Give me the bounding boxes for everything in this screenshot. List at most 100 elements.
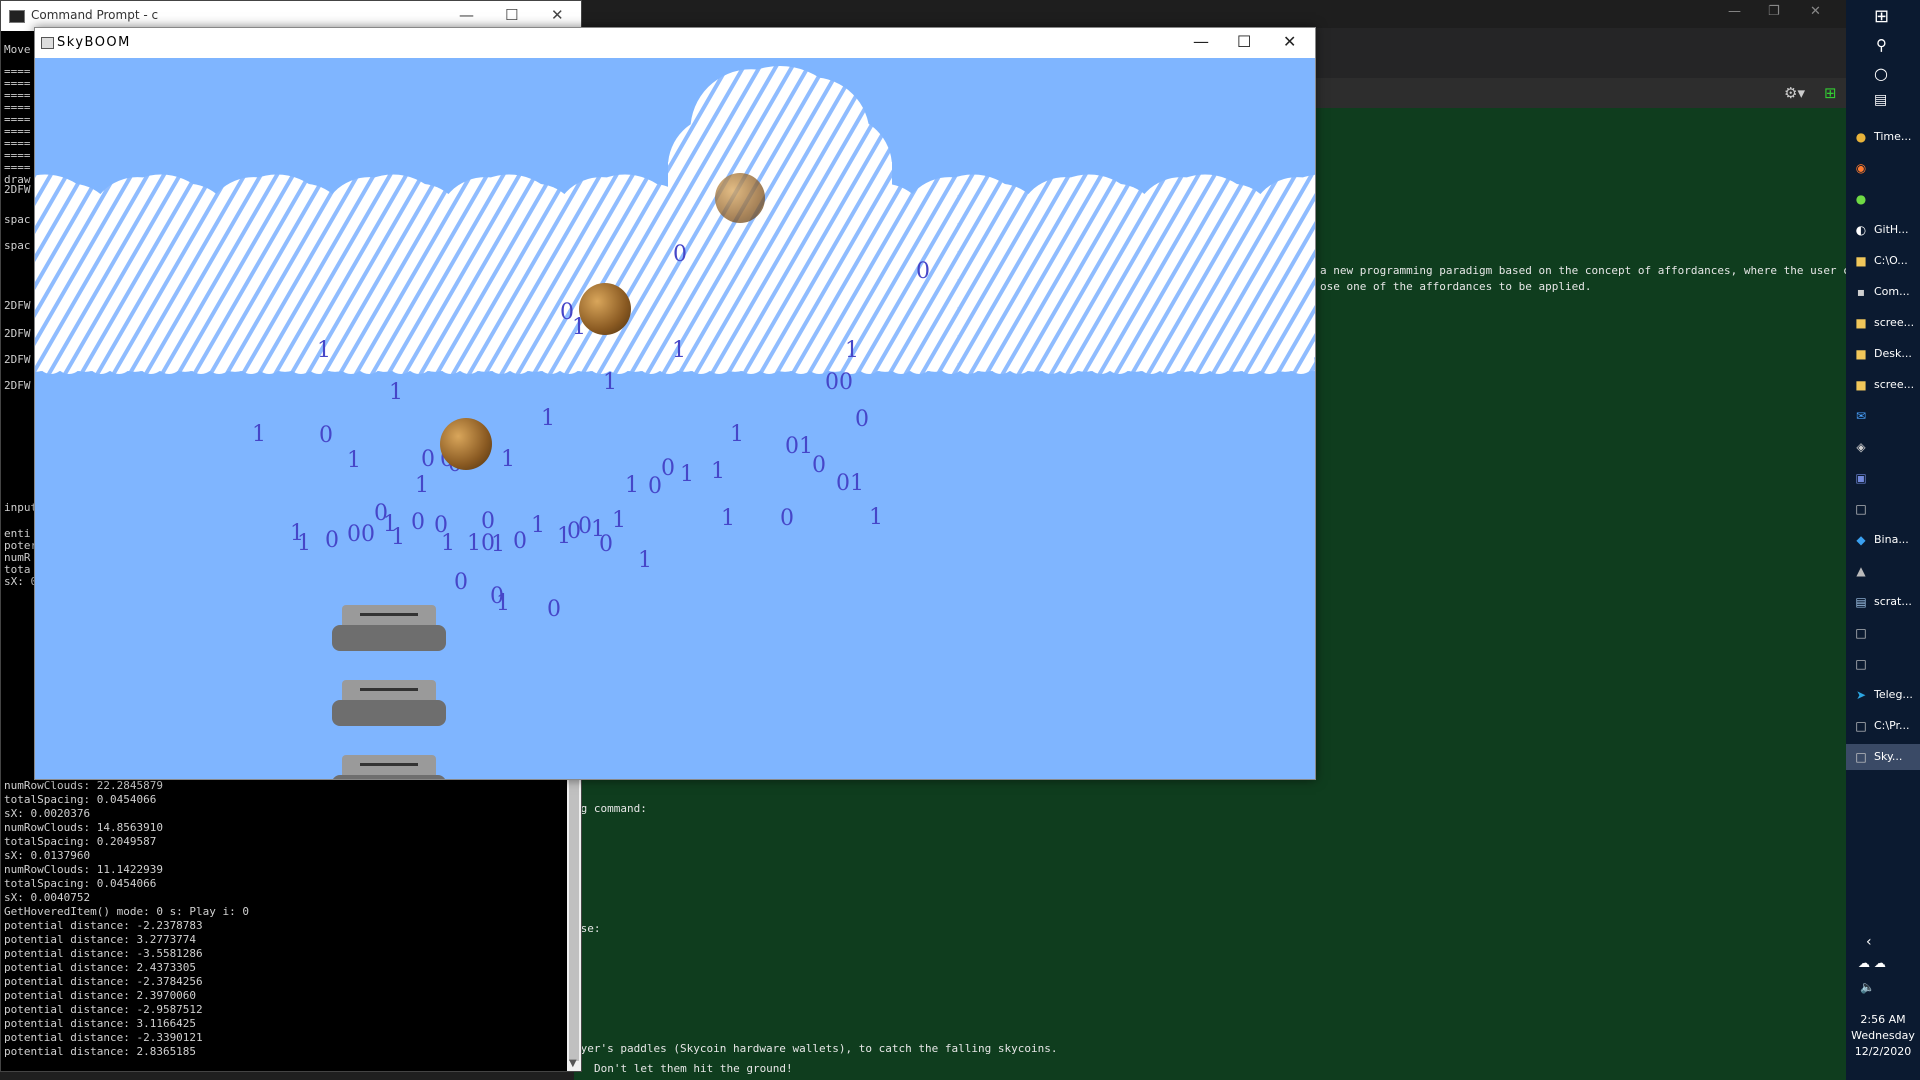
volume-icon[interactable]: 🔈 [1860,980,1875,994]
binary-digit: 0 [599,532,613,557]
windows-start-icon[interactable]: ⊞ [1874,6,1889,27]
app-icon: □ [1855,750,1867,764]
cmd-line: 2DFW [4,299,31,312]
folder-icon: ■ [1855,254,1867,268]
maximize-icon[interactable]: ☐ [505,6,518,24]
cmd-line: potential distance: -2.9587512 [4,1003,203,1016]
game-canvas[interactable]: 0001111100110101101100010011010110100110… [35,58,1315,779]
cmd-line: numRowClouds: 14.8563910 [4,821,163,834]
binary-digit: 1 [541,406,555,431]
settings-gear-icon[interactable]: ⚙▾ [1784,84,1805,102]
binary-digit: 1 [845,338,859,363]
minimize-icon[interactable]: — [459,6,474,24]
github-icon: ◐ [1855,223,1867,237]
paddle-wallet[interactable] [332,755,446,779]
taskbar-item[interactable]: ■ C:\O... [1846,248,1920,274]
taskbar-item[interactable]: □ C:\Pr... [1846,713,1920,739]
cmd-line: totalSpacing: 0.0454066 [4,793,157,806]
cmd-line: 2DFW [4,327,31,340]
cmd-line: sX: 0.0020376 [4,807,91,820]
taskbar-item[interactable]: □ [1846,620,1920,646]
paddle-wallet[interactable] [332,605,446,651]
paddle-wallet[interactable] [332,680,446,726]
skycoin [715,173,765,223]
editor-line: a new programming paradigm based on the … [1320,264,1890,277]
taskbar-item-label: C:\O... [1874,254,1908,267]
minimize-icon[interactable]: — [1728,4,1741,19]
add-icon[interactable]: ⊞ [1824,84,1837,102]
taskbar-item[interactable]: ◉ [1846,155,1920,181]
taskbar-item[interactable]: □ [1846,651,1920,677]
cmd-line: 2DFW [4,379,31,392]
binary-digit: 0 [421,447,435,472]
taskbar-item[interactable]: ▣ [1846,465,1920,491]
binary-digit: 0 [319,423,333,448]
cmd-line: 2DFW [4,183,31,196]
clock-date: 12/2/2020 [1854,1045,1912,1058]
maximize-icon[interactable]: ☐ [1237,32,1251,51]
scroll-down-icon[interactable]: ▼ [569,1058,577,1069]
taskbar-item-label: scree... [1874,316,1915,329]
restore-icon[interactable]: ❐ [1768,4,1780,19]
cmd-line: numRowClouds: 11.1422939 [4,863,163,876]
app-icon: □ [1855,719,1867,733]
cortana-icon[interactable]: ○ [1874,64,1888,83]
editor-titlebar: — ❐ ✕ [574,0,1846,28]
binary-digit: 1 [672,338,686,363]
binary-digit: 1 [297,531,311,556]
binary-digit: 1 [711,459,725,484]
taskbar-item-label: scree... [1874,378,1915,391]
cmd-line: numRowClouds: 22.2845879 [4,779,163,792]
taskbar-item[interactable]: □ [1846,496,1920,522]
close-icon[interactable]: ✕ [1810,4,1821,19]
clock-day: Wednesday [1851,1029,1915,1042]
binary-digit: 0 [812,453,826,478]
binary-digit: 1 [625,473,639,498]
taskbar-item[interactable]: ● [1846,186,1920,212]
taskbar-item[interactable]: □ Sky... [1846,744,1920,770]
taskbar-item[interactable]: ◈ [1846,434,1920,460]
cloud-layer [35,66,1315,374]
cmd-line: 2DFW [4,353,31,366]
cmd-line: sX: 0.0040752 [4,891,91,904]
taskbar-item-label: GitH... [1874,223,1909,236]
clock[interactable]: 2:56 AM Wednesday 12/2/2020 [1846,1012,1920,1060]
binary-digit: 01 [785,434,813,459]
task-view-icon[interactable]: ▤ [1874,92,1887,108]
binary-digit: 1 [252,422,266,447]
game-app-icon [41,37,54,49]
taskbar-item[interactable]: ■ scree... [1846,310,1920,336]
chrome-icon: ● [1855,130,1867,144]
taskbar-item[interactable]: ▲ [1846,558,1920,584]
binary-digit: 0 [673,242,687,267]
minimize-icon[interactable]: — [1193,32,1209,51]
vscode-icon: ◆ [1856,533,1866,547]
cmd-icon: ▪ [1856,285,1866,299]
cmd-line: potential distance: -2.3390121 [4,1031,203,1044]
cmd-line: totalSpacing: 0.2049587 [4,835,157,848]
close-icon[interactable]: ✕ [1283,32,1296,51]
binary-digit: 0 [547,597,561,622]
taskbar: ⊞ ⚲ ○ ▤ ● Time... ◉ ● ◐ GitH... ■ C:\O... ▪ Com..… [1846,0,1920,1080]
taskbar-item[interactable]: ✉ [1846,403,1920,429]
binary-digit: 1 [415,473,429,498]
taskbar-item[interactable]: ◆ Bina... [1846,527,1920,553]
binary-digit: 0 [855,407,869,432]
taskbar-item-label: C:\Pr... [1874,719,1910,732]
taskbar-item[interactable]: ■ Desk... [1846,341,1920,367]
taskbar-item[interactable]: ➤ Teleg... [1846,682,1920,708]
tray-icons[interactable]: ☁ ☁ [1858,956,1886,970]
taskbar-item[interactable]: ◐ GitH... [1846,217,1920,243]
editor-line: Don't let them hit the ground! [594,1062,793,1075]
search-icon[interactable]: ⚲ [1876,36,1887,54]
cmd-line: potential distance: 2.4373305 [4,961,197,974]
binary-digit: 0 [454,570,468,595]
taskbar-item[interactable]: ● Time... [1846,124,1920,150]
cmd-line: input [4,501,38,514]
binary-digit: 1 [491,532,505,557]
taskbar-item[interactable]: ■ scree... [1846,372,1920,398]
close-icon[interactable]: ✕ [551,6,564,24]
taskbar-item[interactable]: ▪ Com... [1846,279,1920,305]
taskbar-item[interactable]: ▤ scrat... [1846,589,1920,615]
chevron-left-icon[interactable]: ‹ [1866,934,1872,950]
